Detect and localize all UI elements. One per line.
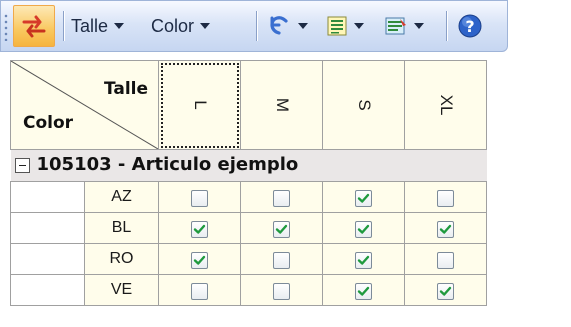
checkbox[interactable] [355,251,372,269]
corner-column-axis-label: Talle [103,79,148,99]
checkbox[interactable] [355,282,372,300]
table-row: BL [10,212,487,244]
group-title: 105103 - Articulo ejemplo [36,154,299,175]
help-button[interactable]: ? [457,5,483,47]
color-dropdown-label: Color [151,15,195,36]
table-row: VE [10,274,487,306]
checkbox[interactable] [273,282,290,300]
swap-axes-button[interactable] [13,5,55,47]
column-header-xl[interactable]: XL [404,60,487,150]
column-header-label: S [354,99,374,111]
svg-text:?: ? [465,17,474,36]
checkbox[interactable] [191,189,208,207]
row-label: RO [84,243,159,275]
checkbox[interactable] [437,251,454,269]
checkmark-icon [193,224,206,234]
checkmark-icon [439,224,452,234]
checkbox[interactable] [191,251,208,269]
checkbox[interactable] [355,189,372,207]
table-row: AZ [10,181,487,213]
checkbox[interactable] [437,282,454,300]
row-label: AZ [84,181,159,213]
checkbox[interactable] [191,220,208,238]
undo-icon [270,16,288,35]
chevron-down-icon [298,23,308,29]
grid-settings-icon [385,17,406,35]
checkmark-icon [357,224,370,234]
row-indent [10,181,85,213]
grid-corner-header: Talle Color [10,60,159,150]
talle-dropdown-label: Talle [71,15,109,36]
column-header-l[interactable]: L [158,60,241,150]
checkbox[interactable] [273,189,290,207]
row-label: VE [84,274,159,306]
help-icon: ? [458,14,482,38]
group-header: 105103 - Articulo ejemplo [10,149,487,182]
swap-rows-columns-icon [22,15,46,38]
column-header-label: XL [436,94,456,116]
table-row: RO [10,243,487,275]
undo-button[interactable] [266,5,308,47]
corner-diagonal [11,61,158,149]
checkmark-icon [357,193,370,203]
checkbox[interactable] [191,282,208,300]
checkbox[interactable] [437,189,454,207]
talle-dropdown[interactable]: Talle [71,5,125,47]
checkbox[interactable] [273,251,290,269]
checkmark-icon [357,255,370,265]
checkmark-icon [357,286,370,296]
checkmark-icon [193,255,206,265]
list-options-icon [327,16,347,36]
group-row: 105103 - Articulo ejemplo [10,149,487,182]
toolbar-separator [63,11,64,41]
chevron-down-icon [114,23,125,29]
row-indent [10,274,85,306]
chevron-down-icon [354,23,364,29]
chevron-down-icon [414,23,424,29]
column-header-label: L [190,100,210,110]
grid-header-row: Talle Color L M S XL [10,60,487,150]
talle-color-grid: Talle Color L M S XL 105103 - Articulo e… [10,60,487,306]
column-header-label: M [272,97,292,113]
toolbar: Talle Color ? [0,0,508,52]
column-header-s[interactable]: S [322,60,405,150]
toolbar-separator [446,11,447,41]
checkbox[interactable] [437,220,454,238]
chevron-down-icon [200,23,211,29]
checkmark-icon [275,224,288,234]
corner-row-axis-label: Color [23,113,74,133]
checkbox[interactable] [355,220,372,238]
toolbar-grip-icon[interactable] [4,13,8,41]
row-label: BL [84,212,159,244]
row-indent [10,212,85,244]
checkmark-icon [439,286,452,296]
toolbar-separator [256,11,257,41]
color-dropdown[interactable]: Color [151,5,211,47]
list-options-button[interactable] [326,5,364,47]
collapse-icon[interactable] [14,158,30,173]
checkbox[interactable] [273,220,290,238]
column-header-m[interactable]: M [240,60,323,150]
grid-settings-button[interactable] [384,5,424,47]
row-indent [10,243,85,275]
